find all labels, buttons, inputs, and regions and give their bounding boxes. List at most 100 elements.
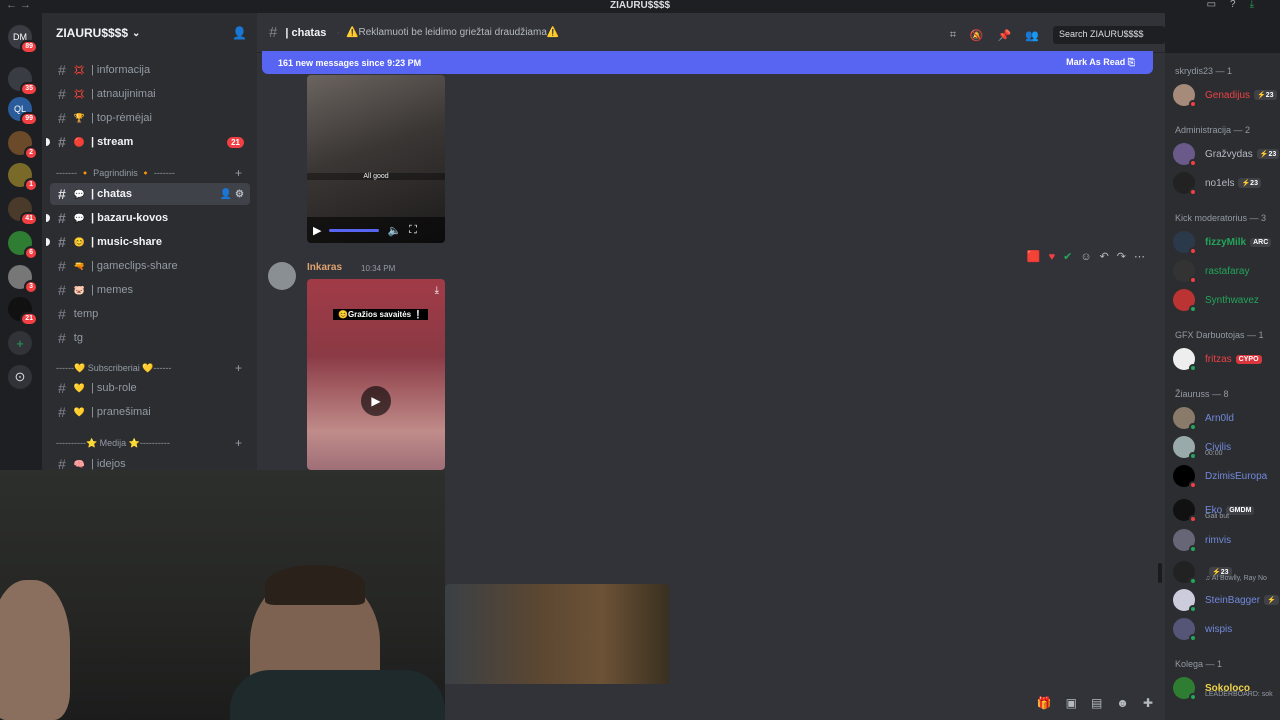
role-header: GFX Darbuotojas — 1 xyxy=(1175,330,1264,340)
server-icon[interactable]: 35 xyxy=(8,67,38,96)
server-icon[interactable]: 21 xyxy=(8,297,38,326)
explore-icon[interactable]: ⊙ xyxy=(8,365,32,389)
volume-icon[interactable]: 🔈 xyxy=(387,224,401,237)
add-server-icon[interactable]: + xyxy=(8,331,32,355)
member-item[interactable]: Sokoloco LEADERBOARD: sok xyxy=(1173,675,1280,701)
video-caption: 😊Gražios savaitės ❕ xyxy=(333,309,429,320)
channel-sub-role[interactable]: # 💛 | sub-role xyxy=(50,377,250,399)
member-item[interactable]: SteinBagger ⚡ xyxy=(1173,587,1280,613)
gift-icon[interactable]: 🎁 xyxy=(1037,696,1052,710)
invite-people-icon[interactable]: 👤 xyxy=(232,26,247,40)
channel-topic[interactable]: ⚠️Reklamuoti be leidimo griežtai draudži… xyxy=(346,27,559,38)
server-icon[interactable]: 41 xyxy=(8,197,38,226)
apps-icon[interactable]: ✚ xyxy=(1143,696,1153,710)
channel-stream[interactable]: # 🔴 | stream 21 xyxy=(46,131,250,153)
new-messages-bar[interactable]: 161 new messages since 9:23 PM Mark As R… xyxy=(262,51,1153,74)
reply-icon[interactable]: ↶ xyxy=(1100,250,1109,263)
reaction-icon[interactable]: 🟥 xyxy=(1027,250,1041,263)
inbox-icon[interactable]: ▭ xyxy=(1207,0,1216,10)
play-icon[interactable]: ▶ xyxy=(313,224,321,237)
member-item[interactable]: ⚡23 ♫ Al Bowlly, Ray No xyxy=(1173,559,1280,585)
video-attachment[interactable]: ⤓ 😊Gražios savaitės ❕ ▶ xyxy=(307,279,445,470)
channel-pranesimai[interactable]: # 💛 | pranešimai xyxy=(50,401,250,423)
forward-icon[interactable]: ↷ xyxy=(1117,250,1126,263)
help-icon[interactable]: ? xyxy=(1230,0,1236,10)
channel-temp[interactable]: # temp xyxy=(50,303,250,325)
video-attachment[interactable]: All good ▶ 🔈 ⛶ xyxy=(307,75,445,243)
create-channel-icon[interactable]: + xyxy=(235,166,242,180)
streamer-left xyxy=(0,580,70,720)
channel-title: | chatas xyxy=(285,26,327,39)
channel-informacija[interactable]: # 💢 | informacija xyxy=(50,59,250,81)
channel-gameclips-share[interactable]: # 🔫 | gameclips-share xyxy=(50,255,250,277)
member-item[interactable]: Arn0ld xyxy=(1173,405,1280,431)
server-icon[interactable]: QL 99 xyxy=(8,97,38,126)
emoji-icon[interactable]: ☻ xyxy=(1116,696,1129,710)
new-messages-text: 161 new messages since 9:23 PM xyxy=(278,57,422,68)
member-item[interactable]: rastafaray xyxy=(1173,258,1280,284)
member-item[interactable]: no1els ⚡23 xyxy=(1173,170,1280,196)
heart-reaction-icon[interactable]: ♥ xyxy=(1049,251,1056,263)
member-list: skrydis23 — 1 Genadijus ⚡23 Administracij… xyxy=(1165,53,1280,720)
message-author[interactable]: Inkaras xyxy=(307,262,342,273)
webcam-overlay xyxy=(0,470,445,720)
pinned-icon[interactable]: 📌 xyxy=(998,29,1012,42)
role-header: Kick moderatorius — 3 xyxy=(1175,213,1267,223)
server-icon[interactable]: 3 xyxy=(8,265,38,294)
server-icon[interactable]: 2 xyxy=(8,131,38,160)
member-item[interactable]: fritzas CYPO xyxy=(1173,346,1280,372)
check-reaction-icon[interactable]: ✔ xyxy=(1063,250,1072,263)
channel-atnaujinimai[interactable]: # 💢 | atnaujinimai xyxy=(50,83,250,105)
chevron-down-icon: ⌄ xyxy=(132,27,141,39)
member-item[interactable]: Synthwavez xyxy=(1173,287,1280,313)
avatar[interactable] xyxy=(268,262,296,290)
create-channel-icon[interactable]: + xyxy=(235,436,242,450)
download-icon[interactable]: ⤓ xyxy=(435,285,439,296)
play-icon[interactable]: ▶ xyxy=(361,386,391,416)
notifications-icon[interactable]: 🔕 xyxy=(970,29,984,42)
add-reaction-icon[interactable]: ☺ xyxy=(1080,251,1091,263)
message-toolbar: 🟥 ♥ ✔ ☺ ↶ ↷ ⋯ xyxy=(1027,250,1145,264)
category-pagrindinis[interactable]: ------- 🔸 Pagrindinis 🔸 ------- + xyxy=(56,166,246,182)
member-item[interactable]: Civilis 00:00 xyxy=(1173,434,1280,460)
gif-icon[interactable]: ▣ xyxy=(1066,696,1077,710)
server-icon[interactable]: 1 xyxy=(8,163,38,192)
image-attachment[interactable] xyxy=(445,584,669,684)
channel-idejos[interactable]: # 🧠 | idejos xyxy=(50,453,250,470)
member-item[interactable]: fizzyMilk ARC xyxy=(1173,229,1280,255)
member-item[interactable]: Gražvydas ⚡23 xyxy=(1173,141,1280,167)
download-icon[interactable]: ⤓ xyxy=(1250,0,1254,10)
threads-icon[interactable]: ⌗ xyxy=(950,29,956,42)
channel-bazaru-kovos[interactable]: # 💬 | bazaru-kovos xyxy=(46,207,250,229)
member-item[interactable]: Genadijus ⚡23 xyxy=(1173,82,1280,108)
channel-top-remejai[interactable]: # 🏆 | top-rėmėjai xyxy=(50,107,250,129)
channel-music-share[interactable]: # 😊 | music-share xyxy=(46,231,250,253)
member-item[interactable]: DzimisEuropa xyxy=(1173,463,1280,489)
scrollbar[interactable] xyxy=(1158,563,1162,583)
titlebar-icons: ▭ ? ⤓ xyxy=(1207,0,1254,10)
server-name: ZIAURU$$$$ xyxy=(56,26,129,40)
search-input[interactable]: Search ZIAURU$$$$ xyxy=(1053,26,1165,44)
more-icon[interactable]: ⋯ xyxy=(1134,250,1145,263)
mark-as-read-button[interactable]: Mark As Read ⎘ xyxy=(1066,57,1135,68)
category-medija[interactable]: ----------⭐ Medija ⭐---------- + xyxy=(56,436,246,452)
role-header: Administracija — 2 xyxy=(1175,125,1251,135)
member-item[interactable]: rimvis xyxy=(1173,527,1280,553)
channel-tg[interactable]: # tg xyxy=(50,327,250,349)
sticker-icon[interactable]: ▤ xyxy=(1091,696,1102,710)
channel-memes[interactable]: # 🐷 | memes xyxy=(50,279,250,301)
channel-sidebar: ZIAURU$$$$ ⌄ 👤 # 💢 | informacija # 💢 | atnauj… xyxy=(42,13,257,470)
fullscreen-icon[interactable]: ⛶ xyxy=(409,224,417,237)
channel-settings-icon[interactable]: 👤 ⚙ xyxy=(220,189,244,200)
progress-bar[interactable] xyxy=(329,228,380,232)
channel-chatas[interactable]: # 💬 | chatas 👤 ⚙ xyxy=(50,183,250,205)
member-item[interactable]: wispis xyxy=(1173,616,1280,642)
category-subscriberiai[interactable]: ------💛 Subscriberiai 💛------ + xyxy=(56,361,246,377)
hash-icon: # xyxy=(269,24,278,41)
member-list-icon[interactable]: 👥 xyxy=(1025,29,1039,42)
member-item[interactable]: Eko GMDM Gali but xyxy=(1173,497,1280,523)
server-header[interactable]: ZIAURU$$$$ ⌄ 👤 xyxy=(42,13,257,53)
server-icon[interactable]: 6 xyxy=(8,231,38,260)
create-channel-icon[interactable]: + xyxy=(235,361,242,375)
dm-button[interactable]: DM 89 xyxy=(8,25,38,54)
